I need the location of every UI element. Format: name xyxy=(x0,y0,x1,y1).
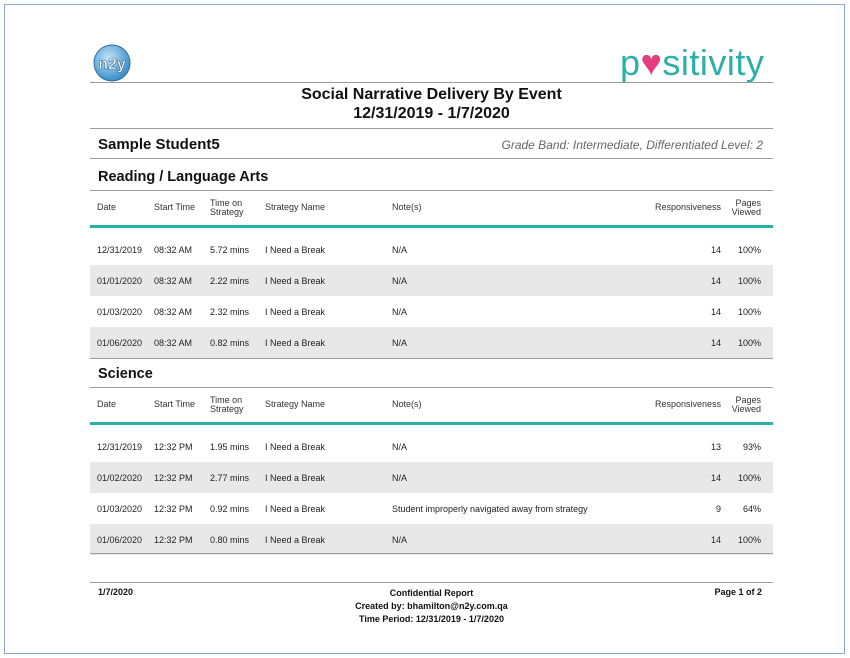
section-title: Reading / Language Arts xyxy=(98,169,269,185)
col-start-time: Start Time xyxy=(154,399,196,410)
section-title: Science xyxy=(98,366,153,382)
table-header: Date Start Time Time on Strategy Strategy… xyxy=(90,191,773,225)
col-strategy-name: Strategy Name xyxy=(265,399,326,410)
student-name: Sample Student5 xyxy=(98,136,220,153)
table-row: 01/06/2020 12:32 PM 0.80 mins I Need a B… xyxy=(90,524,773,555)
col-time-on-strategy: Time on Strategy xyxy=(210,197,244,217)
created-by: Created by: bhamilton@n2y.com.qa xyxy=(355,601,508,611)
confidential-label: Confidential Report xyxy=(389,588,474,598)
col-time-on-strategy: Time on Strategy xyxy=(210,394,244,414)
col-responsiveness: Responsiveness xyxy=(654,399,721,410)
divider xyxy=(90,82,773,83)
col-start-time: Start Time xyxy=(154,202,196,213)
events-table: Date Start Time Time on Strategy Strategy… xyxy=(90,388,773,555)
page-number: Page 1 of 2 xyxy=(714,587,762,597)
table-row: 01/03/2020 08:32 AM 2.32 mins I Need a B… xyxy=(97,306,761,317)
footer-info: Confidential Report Created by: bhamilto… xyxy=(90,587,773,626)
table-row: 12/31/2019 08:32 AM 5.72 mins I Need a B… xyxy=(97,244,761,255)
time-period: Time Period: 12/31/2019 - 1/7/2020 xyxy=(359,614,504,624)
footer-divider xyxy=(90,582,773,583)
divider xyxy=(90,128,773,129)
heart-icon: ♥ xyxy=(640,42,663,83)
grade-band: Grade Band: Intermediate, Differentiated… xyxy=(501,138,764,152)
col-pages-viewed: Pages Viewed xyxy=(731,394,761,414)
divider xyxy=(90,358,773,359)
table-row: 01/03/2020 12:32 PM 0.92 mins I Need a B… xyxy=(97,503,761,514)
col-date: Date xyxy=(97,202,117,213)
table-row: 01/06/2020 08:32 AM 0.82 mins I Need a B… xyxy=(90,327,773,358)
report-page: n2y p♥sitivity Social Narrative Delivery… xyxy=(4,4,845,654)
col-strategy-name: Strategy Name xyxy=(265,202,326,213)
col-pages-viewed: Pages Viewed xyxy=(731,197,761,217)
divider xyxy=(90,553,773,554)
n2y-logo: n2y xyxy=(93,44,131,82)
col-responsiveness: Responsiveness xyxy=(654,202,721,213)
report-date-range: 12/31/2019 - 1/7/2020 xyxy=(353,105,510,122)
report-title: Social Narrative Delivery By Event xyxy=(301,86,562,103)
table-header: Date Start Time Time on Strategy Strategy… xyxy=(90,388,773,422)
svg-text:n2y: n2y xyxy=(98,56,126,73)
table-row: 01/02/2020 12:32 PM 2.77 mins I Need a B… xyxy=(90,462,773,493)
col-date: Date xyxy=(97,399,117,410)
divider xyxy=(90,158,773,159)
events-table: Date Start Time Time on Strategy Strategy… xyxy=(90,191,773,358)
table-row: 12/31/2019 12:32 PM 1.95 mins I Need a B… xyxy=(97,441,761,452)
table-row: 01/01/2020 08:32 AM 2.22 mins I Need a B… xyxy=(90,265,773,296)
positivity-logo: p♥sitivity xyxy=(620,42,765,83)
